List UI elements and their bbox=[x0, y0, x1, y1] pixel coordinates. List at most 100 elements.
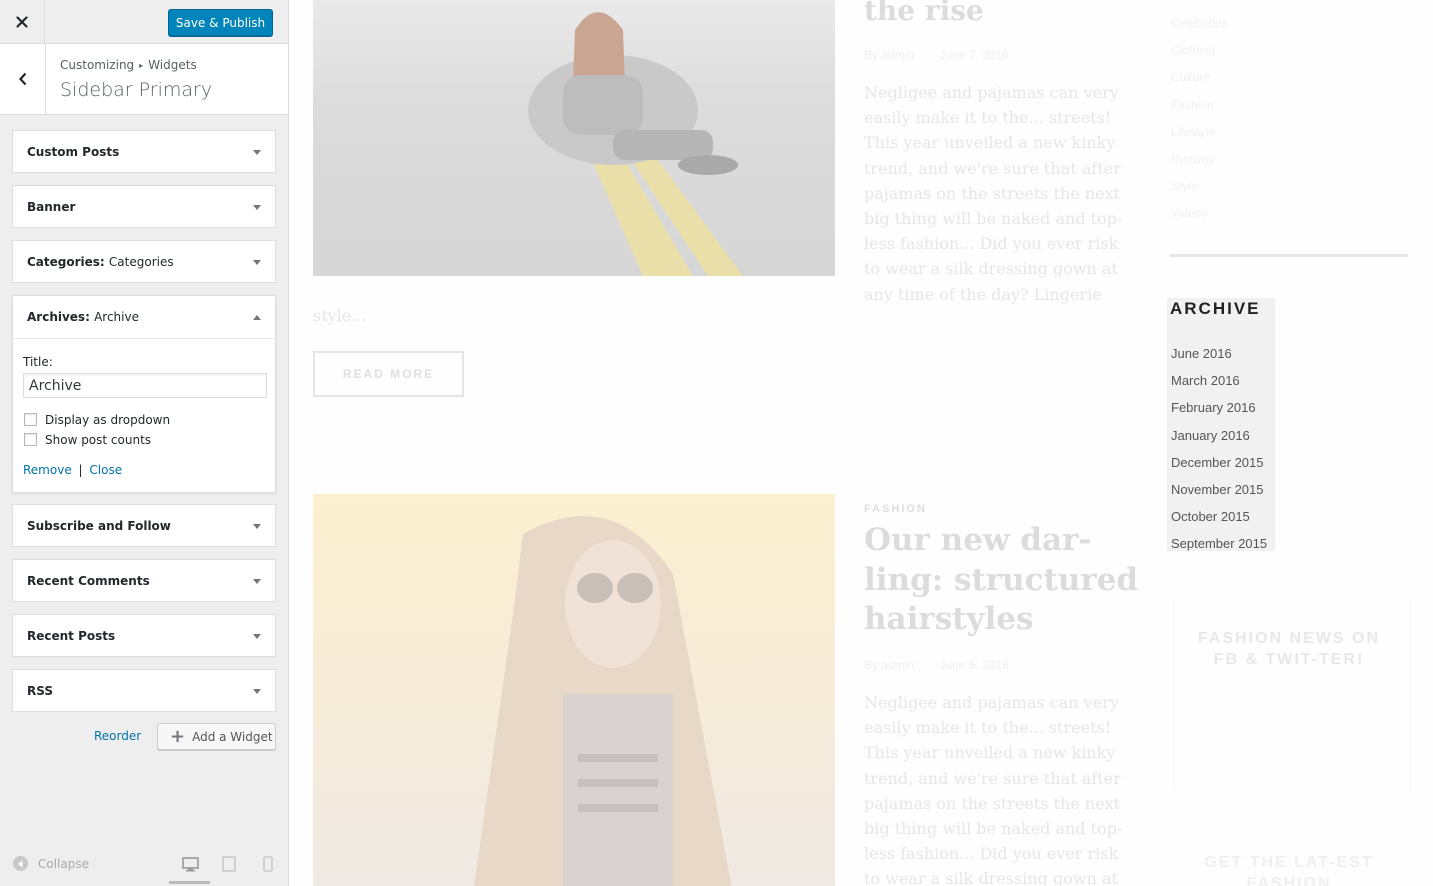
mobile-icon bbox=[263, 856, 273, 872]
read-more-button[interactable]: READ MORE bbox=[313, 351, 464, 397]
post1-meta: By admin June 7, 2016 bbox=[864, 48, 1009, 62]
divider bbox=[1170, 254, 1408, 257]
actions-separator: | bbox=[78, 463, 83, 477]
widget-recent-posts[interactable]: Recent Posts bbox=[12, 614, 276, 657]
widget-title: Custom Posts bbox=[27, 145, 120, 159]
chevron-down-icon[interactable] bbox=[253, 634, 261, 639]
display-dropdown-checkbox[interactable] bbox=[24, 413, 37, 426]
tablet-icon bbox=[222, 856, 236, 872]
divider bbox=[13, 338, 275, 339]
mobile-preview-button[interactable] bbox=[258, 855, 278, 873]
post2-title[interactable]: Our new dar- ling: structured hairstyles bbox=[864, 521, 1138, 640]
widget-title[interactable]: Archives: Archive bbox=[27, 310, 139, 324]
show-post-counts-label: Show post counts bbox=[45, 433, 152, 447]
active-device-indicator bbox=[169, 881, 210, 884]
section-header: Customizing ▸ Widgets Sidebar Primary bbox=[0, 44, 288, 115]
category-item[interactable]: Culture bbox=[1171, 64, 1228, 91]
fashion-news-widget bbox=[1175, 594, 1409, 794]
post2-meta: By admin June 5, 2016 bbox=[864, 658, 1009, 672]
category-item[interactable]: Clothing bbox=[1171, 37, 1228, 64]
post1-excerpt: Negligee and pajamas can very easily mak… bbox=[864, 83, 1123, 304]
breadcrumb: Customizing ▸ Widgets bbox=[60, 58, 197, 72]
archive-item[interactable]: June 2016 bbox=[1171, 340, 1267, 367]
widget-title: Recent Comments bbox=[27, 574, 150, 588]
post1-title[interactable]: the rise bbox=[864, 0, 984, 27]
category-item[interactable]: Fashion bbox=[1171, 92, 1228, 119]
archive-item[interactable]: February 2016 bbox=[1171, 394, 1267, 421]
chevron-down-icon[interactable] bbox=[253, 150, 261, 155]
post-image-woman-sunglasses[interactable] bbox=[313, 494, 835, 886]
add-widget-label: Add a Widget bbox=[192, 729, 273, 744]
chevron-left-icon bbox=[18, 72, 26, 86]
chevron-up-icon[interactable] bbox=[253, 315, 261, 320]
post2-title-line: ling: structured bbox=[864, 561, 1139, 598]
widget-rss[interactable]: RSS bbox=[12, 669, 276, 712]
post1-author[interactable]: By admin bbox=[864, 48, 914, 62]
title-field[interactable] bbox=[23, 373, 267, 398]
widget-title: RSS bbox=[27, 684, 53, 698]
customizer-header-bar: Save & Publish bbox=[0, 0, 288, 44]
widget-title: Recent Posts bbox=[27, 629, 116, 643]
widget-subscribe-and-follow[interactable]: Subscribe and Follow bbox=[12, 504, 276, 547]
breadcrumb-item-customizing: Customizing bbox=[60, 58, 135, 72]
chevron-down-icon[interactable] bbox=[253, 524, 261, 529]
archive-widget-title: ARCHIVE bbox=[1170, 299, 1261, 318]
post-image-woman-on-road[interactable] bbox=[313, 0, 835, 276]
post2-excerpt: Negligee and pajamas can very easily mak… bbox=[864, 693, 1123, 886]
panel-title: Sidebar Primary bbox=[60, 79, 213, 101]
widget-categories[interactable]: Categories: Categories bbox=[12, 240, 276, 283]
widget-banner[interactable]: Banner bbox=[12, 185, 276, 228]
reorder-link[interactable]: Reorder bbox=[94, 729, 141, 743]
collapse-button[interactable]: Collapse bbox=[13, 856, 89, 871]
widget-custom-posts[interactable]: Custom Posts bbox=[12, 130, 276, 173]
widget-title: Categories: Categories bbox=[27, 255, 174, 269]
fashion-news-title: FASHION NEWS ON FB & TWIT-TER! bbox=[1197, 630, 1380, 668]
archive-item[interactable]: March 2016 bbox=[1171, 367, 1267, 394]
latest-fashion-title: GET THE LAT-EST FASHION bbox=[1204, 854, 1374, 886]
display-dropdown-label: Display as dropdown bbox=[45, 413, 171, 427]
archive-item[interactable]: September 2015 bbox=[1171, 530, 1267, 557]
desktop-icon bbox=[181, 856, 199, 871]
widget-actions: Remove | Close bbox=[23, 463, 122, 477]
post2-title-line: Our new dar- bbox=[864, 522, 1092, 558]
save-publish-button[interactable]: Save & Publish bbox=[168, 9, 273, 36]
breadcrumb-separator: ▸ bbox=[139, 61, 144, 70]
widget-title: Subscribe and Follow bbox=[27, 519, 171, 533]
post2-date: June 5, 2016 bbox=[939, 658, 1009, 672]
chevron-down-icon[interactable] bbox=[253, 205, 261, 210]
category-item[interactable]: Celebrities bbox=[1171, 10, 1228, 37]
archive-item[interactable]: December 2015 bbox=[1171, 449, 1267, 476]
widget-recent-comments[interactable]: Recent Comments bbox=[12, 559, 276, 602]
widget-subtitle: Categories bbox=[108, 255, 174, 269]
archive-item[interactable]: October 2015 bbox=[1171, 503, 1267, 530]
widget-subtitle: Archive bbox=[94, 310, 139, 324]
category-item[interactable]: Style bbox=[1171, 173, 1228, 200]
archive-item[interactable]: November 2015 bbox=[1171, 476, 1267, 503]
chevron-down-icon[interactable] bbox=[253, 260, 261, 265]
back-button[interactable] bbox=[0, 44, 46, 114]
chevron-down-icon[interactable] bbox=[253, 579, 261, 584]
category-item[interactable]: Videos bbox=[1171, 200, 1228, 227]
collapse-arrow-icon bbox=[13, 856, 28, 871]
desktop-preview-button[interactable] bbox=[180, 855, 200, 873]
close-icon bbox=[16, 16, 28, 28]
post2-author[interactable]: By admin bbox=[864, 658, 914, 672]
remove-widget-link[interactable]: Remove bbox=[23, 463, 72, 477]
close-customizer-button[interactable] bbox=[0, 0, 45, 44]
show-post-counts-checkbox[interactable] bbox=[24, 433, 37, 446]
chevron-down-icon[interactable] bbox=[253, 689, 261, 694]
post1-excerpt-tail: style... bbox=[313, 306, 367, 325]
site-preview[interactable]: the rise By admin June 7, 2016 Negligee … bbox=[289, 0, 1433, 886]
close-widget-link[interactable]: Close bbox=[89, 463, 122, 477]
archive-item[interactable]: January 2016 bbox=[1171, 422, 1267, 449]
widget-title: Banner bbox=[27, 200, 76, 214]
post2-category[interactable]: FASHION bbox=[864, 503, 927, 515]
tablet-preview-button[interactable] bbox=[219, 855, 239, 873]
breadcrumb-item-widgets: Widgets bbox=[148, 58, 197, 72]
customizer-sidebar: Save & Publish Customizing ▸ Widgets Sideb… bbox=[0, 0, 289, 886]
add-widget-button[interactable]: + Add a Widget bbox=[157, 723, 276, 750]
plus-icon: + bbox=[170, 725, 186, 747]
category-item[interactable]: Runway bbox=[1171, 146, 1228, 173]
category-item[interactable]: Lifestyle bbox=[1171, 119, 1228, 146]
collapse-label: Collapse bbox=[38, 856, 89, 871]
